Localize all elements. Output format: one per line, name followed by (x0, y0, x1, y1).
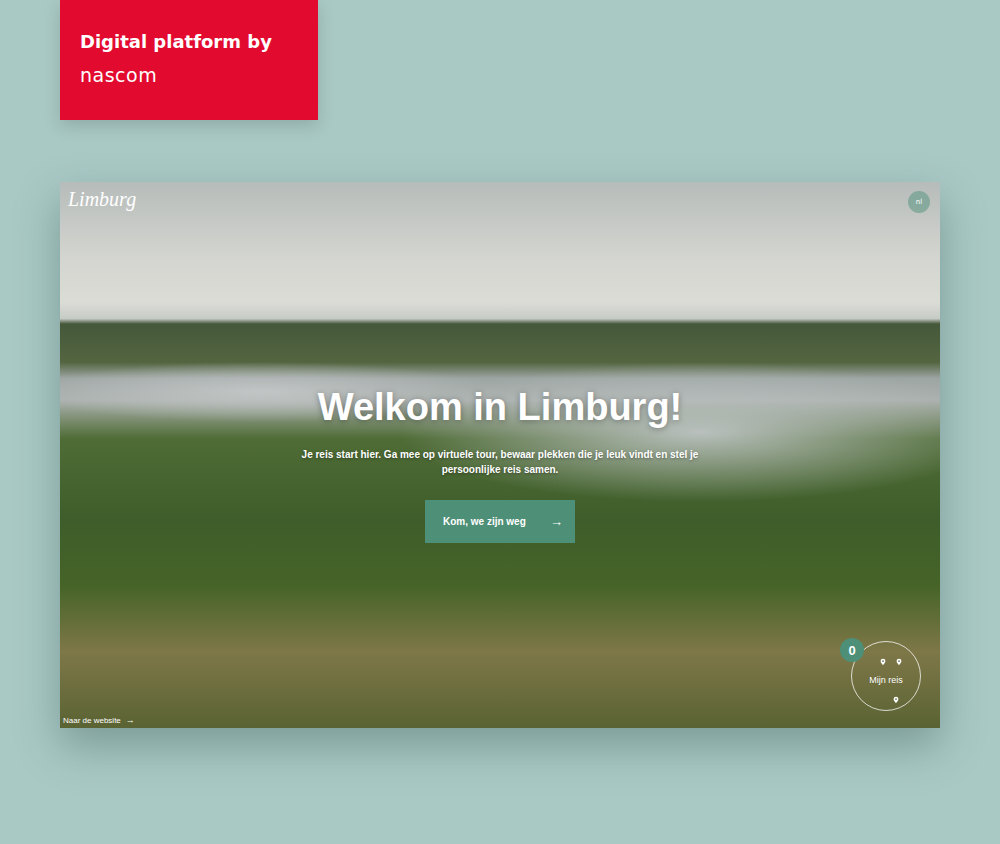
hero: Welkom in Limburg! Je reis start hier. Ga… (300, 368, 700, 543)
hero-intro: Je reis start hier. Ga mee op virtuele t… (300, 447, 700, 477)
credit-badge: Digital platform by nascom (60, 0, 318, 120)
nascom-logo: nascom (80, 64, 302, 86)
badge-title: Digital platform by (80, 31, 302, 52)
arrow-right-icon: → (126, 715, 135, 725)
website-screenshot: Limburg nl Welkom in Limburg! Je reis start… (60, 182, 940, 728)
website-link[interactable]: Naar de website → (63, 715, 135, 725)
pin-icon (893, 696, 899, 704)
language-button[interactable]: nl (908, 191, 930, 213)
arrow-right-icon: → (550, 514, 563, 529)
website-link-label: Naar de website (63, 716, 121, 725)
limburg-logo[interactable]: Limburg (68, 188, 136, 211)
page: Digital platform by nascom Limburg nl Welkom… (0, 0, 1000, 844)
start-button-label: Kom, we zijn weg (443, 516, 526, 527)
start-button[interactable]: Kom, we zijn weg → (425, 500, 575, 543)
pin-icon (880, 658, 886, 666)
trip-count-badge: 0 (840, 638, 864, 662)
hero-heading: Welkom in Limburg! (318, 386, 683, 429)
my-trip-label: Mijn reis (869, 675, 903, 685)
pin-icon (896, 658, 902, 666)
